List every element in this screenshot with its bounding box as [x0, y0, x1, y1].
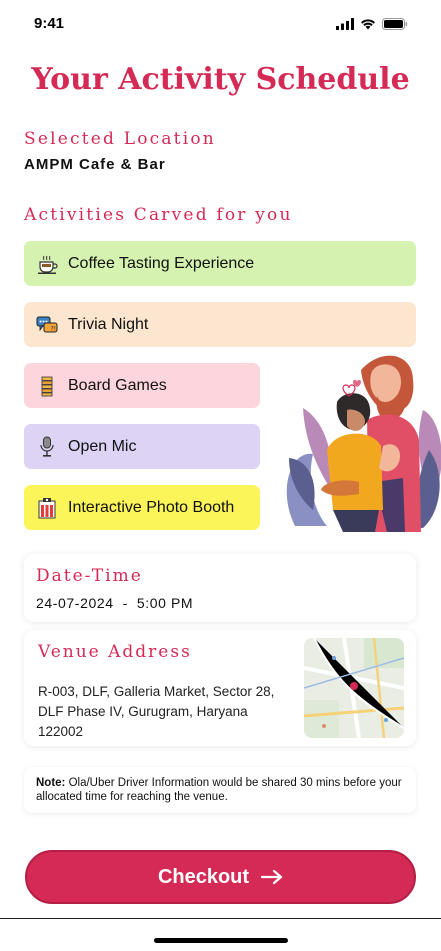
location-name: AMPM Cafe & Bar	[24, 156, 166, 173]
activity-photo-booth[interactable]: Interactive Photo Booth	[24, 485, 260, 530]
venue-card: Venue Address R-003, DLF, Galleria Marke…	[24, 630, 416, 746]
datetime-card: Date-Time 24-07-2024 - 5:00 PM	[24, 554, 416, 622]
activity-label: Open Mic	[68, 437, 137, 455]
activity-label: Coffee Tasting Experience	[68, 254, 255, 272]
status-time: 9:41	[34, 15, 65, 32]
activity-label: Interactive Photo Booth	[68, 498, 235, 516]
photo-booth-icon	[36, 497, 58, 519]
chat-bubbles-icon: ?!	[36, 314, 58, 336]
activity-coffee-tasting[interactable]: Coffee Tasting Experience	[24, 241, 416, 286]
couple-illustration	[283, 350, 441, 532]
checkout-label: Checkout	[157, 865, 250, 888]
note-text: Ola/Uber Driver Information would be sha…	[36, 777, 402, 803]
microphone-icon	[36, 436, 58, 458]
activities-label: Activities Carved for you	[24, 205, 293, 225]
status-bar: 9:41	[0, 0, 441, 46]
datetime-value: 24-07-2024 - 5:00 PM	[36, 595, 194, 611]
battery-icon	[382, 17, 408, 35]
venue-label: Venue Address	[38, 642, 192, 662]
activity-label: Trivia Night	[68, 315, 149, 333]
activity-board-games[interactable]: Board Games	[24, 363, 260, 408]
venue-address: R-003, DLF, Galleria Market, Sector 28, …	[38, 684, 275, 739]
signal-icon	[336, 17, 354, 35]
map-thumbnail[interactable]	[304, 638, 404, 738]
status-icons	[336, 17, 408, 35]
datetime-label: Date-Time	[36, 566, 143, 586]
checkout-button[interactable]: Checkout	[25, 850, 416, 904]
arrow-right-icon	[261, 869, 283, 885]
activity-label: Board Games	[68, 376, 167, 394]
activity-open-mic[interactable]: Open Mic	[24, 424, 260, 469]
bottom-divider	[0, 918, 441, 919]
activity-trivia-night[interactable]: ?! Trivia Night	[24, 302, 416, 347]
coffee-cup-icon	[36, 253, 58, 275]
home-indicator	[154, 938, 288, 943]
svg-text:?!: ?!	[51, 325, 57, 332]
driver-info-note: Note: Ola/Uber Driver Information would …	[24, 767, 416, 813]
selected-location-label: Selected Location	[24, 129, 216, 149]
page-title: Your Activity Schedule	[31, 62, 410, 97]
note-prefix: Note:	[36, 777, 66, 789]
jenga-blocks-icon	[36, 375, 58, 397]
wifi-icon	[360, 17, 376, 35]
